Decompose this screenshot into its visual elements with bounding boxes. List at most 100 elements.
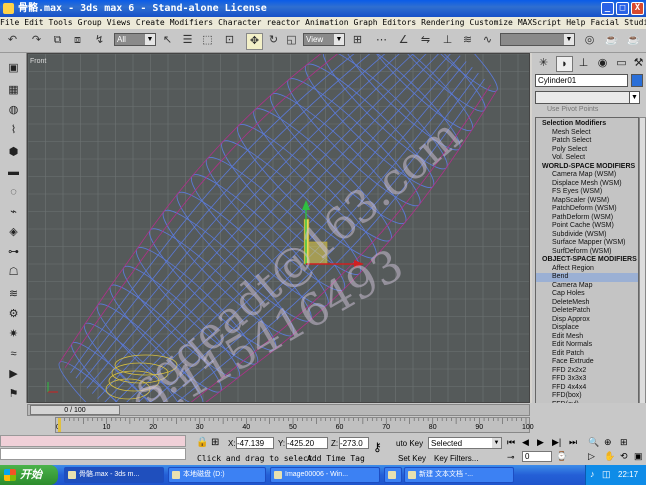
motion-tab-icon[interactable]: ◉ xyxy=(595,56,610,70)
field-of-view-icon[interactable]: ▷ xyxy=(588,451,595,462)
auto-key-button[interactable]: uto Key xyxy=(396,439,423,448)
network-icon[interactable]: ◫ xyxy=(602,469,611,480)
maxscript-output[interactable] xyxy=(0,448,186,460)
modifier-item[interactable]: DeleteMesh xyxy=(552,299,589,308)
modifier-item[interactable]: FS Eyes (WSM) xyxy=(552,188,602,197)
play-icon[interactable]: ▶ xyxy=(537,437,544,448)
menu-item-tools[interactable]: Tools xyxy=(49,18,73,27)
menu-item-rendering[interactable]: Rendering xyxy=(421,18,464,27)
modifier-item[interactable]: Edit Mesh xyxy=(552,333,583,342)
window-crossing-icon[interactable]: ⊡ xyxy=(222,33,237,48)
unlink-icon[interactable]: ⧈ xyxy=(70,33,85,48)
fracture-icon[interactable]: ✷ xyxy=(6,327,21,341)
quick-render-icon[interactable]: ☕ xyxy=(626,33,641,48)
modifier-item[interactable]: Mesh Select xyxy=(552,129,591,138)
align-icon[interactable]: ⊥ xyxy=(440,33,455,48)
time-slider-thumb[interactable]: 0 / 100 xyxy=(30,405,120,415)
modifier-item[interactable]: Disp Approx xyxy=(552,316,590,325)
modifier-item[interactable]: Edit Patch xyxy=(552,350,584,359)
object-name-field[interactable]: Cylinder01 xyxy=(535,74,628,87)
rotate-icon[interactable]: ↻ xyxy=(266,33,281,48)
modifier-item[interactable]: Subdivide (WSM) xyxy=(552,231,606,240)
modifier-list-scrollbar[interactable] xyxy=(639,117,646,433)
pivot-center-icon[interactable]: ⊞ xyxy=(350,33,365,48)
modifier-item[interactable]: Edit Normals xyxy=(552,341,592,350)
redo-icon[interactable]: ↷ xyxy=(29,33,44,48)
rope-icon[interactable]: ⌇ xyxy=(6,123,21,137)
hierarchy-tab-icon[interactable]: ⊥ xyxy=(576,56,591,70)
set-key-button[interactable]: Set Key xyxy=(398,454,426,463)
menu-item-views[interactable]: Views xyxy=(107,18,131,27)
modify-tab-icon[interactable]: ◗ xyxy=(556,56,573,72)
menu-item-customize[interactable]: Customize xyxy=(470,18,513,27)
key-mode-toggle-icon[interactable]: ⊸ xyxy=(507,452,515,463)
modifier-item[interactable]: Face Extrude xyxy=(552,358,594,367)
go-to-end-icon[interactable]: ⏭ xyxy=(569,437,577,448)
select-object-icon[interactable]: ↖ xyxy=(160,33,175,48)
utilities-tab-icon[interactable]: ⚒ xyxy=(631,56,646,70)
menu-item-animation[interactable]: Animation xyxy=(305,18,348,27)
clock[interactable]: 22:17 xyxy=(618,470,638,479)
modifier-item[interactable]: Affect Region xyxy=(552,265,594,274)
add-time-tag-button[interactable]: Add Time Tag xyxy=(307,454,365,463)
zoom-extents-icon[interactable]: ⊞ xyxy=(620,437,628,448)
modifier-item[interactable]: PathDeform (WSM) xyxy=(552,214,613,223)
minimize-button[interactable]: _ xyxy=(601,2,614,15)
undo-icon[interactable]: ↶ xyxy=(5,33,20,48)
modifier-item[interactable]: MapScaler (WSM) xyxy=(552,197,609,206)
rigid-body-icon[interactable]: ▣ xyxy=(6,61,21,75)
point-to-point-icon[interactable]: ⊶ xyxy=(6,245,21,259)
water-icon[interactable]: ≈ xyxy=(6,347,21,361)
absolute-mode-icon[interactable]: ⊞ xyxy=(211,437,219,448)
maxscript-listener[interactable] xyxy=(0,435,186,447)
modifier-item[interactable]: Poly Select xyxy=(552,146,587,155)
arc-rotate-icon[interactable]: ⟲ xyxy=(620,451,628,462)
bind-space-warp-icon[interactable]: ↯ xyxy=(92,33,107,48)
render-scene-icon[interactable]: ☕ xyxy=(604,33,619,48)
modifier-item[interactable]: Cap Holes xyxy=(552,290,585,299)
modifier-item[interactable]: FFD(box) xyxy=(552,392,582,401)
modifier-item[interactable]: PatchDeform (WSM) xyxy=(552,205,617,214)
y-coordinate-field[interactable]: -425.20 xyxy=(286,437,328,449)
volume-icon[interactable]: ♪ xyxy=(590,469,595,479)
selection-lock-icon[interactable]: 🔒 xyxy=(196,437,208,448)
modifier-item[interactable]: FFD 4x4x4 xyxy=(552,384,586,393)
task-button[interactable] xyxy=(384,467,402,483)
task-button[interactable]: 新建 文本文档 -... xyxy=(404,467,514,483)
z-coordinate-field[interactable]: -273.0 xyxy=(339,437,369,449)
create-tab-icon[interactable]: ✳ xyxy=(536,56,551,70)
menu-item-maxscript[interactable]: MAXScript xyxy=(518,18,561,27)
wind-icon[interactable]: ≋ xyxy=(6,287,21,301)
spring-icon[interactable]: ◌ xyxy=(6,185,21,199)
menu-item-file[interactable]: File xyxy=(0,18,19,27)
angle-snap-icon[interactable]: ∠ xyxy=(396,33,411,48)
key-mode-dropdown[interactable]: Selected ▼ xyxy=(428,437,502,449)
maximize-button[interactable]: □ xyxy=(616,2,629,15)
key-filters-button[interactable]: Key Filters... xyxy=(434,454,478,463)
trackbar[interactable]: 0102030405060708090100 xyxy=(55,417,534,433)
viewport-label[interactable]: Front xyxy=(30,58,46,65)
time-slider[interactable]: 0 / 100 xyxy=(27,404,530,416)
x-coordinate-field[interactable]: -47.139 xyxy=(236,437,274,449)
snap-icon[interactable]: ⋯ xyxy=(374,33,389,48)
zoom-icon[interactable]: 🔍 xyxy=(588,437,599,448)
material-editor-icon[interactable]: ◎ xyxy=(582,33,597,48)
previous-frame-icon[interactable]: ◀ xyxy=(522,437,529,448)
modifier-item[interactable]: Camera Map (WSM) xyxy=(552,171,616,180)
modifier-item[interactable]: Surface Mapper (WSM) xyxy=(552,239,626,248)
select-by-name-icon[interactable]: ☰ xyxy=(180,33,195,48)
selection-filter-dropdown[interactable]: All ▼ xyxy=(114,33,156,46)
deforming-mesh-icon[interactable]: ⬢ xyxy=(6,145,21,159)
soft-body-icon[interactable]: ◍ xyxy=(6,103,21,117)
modifier-item[interactable]: Displace xyxy=(552,324,579,333)
pan-icon[interactable]: ✋ xyxy=(604,451,615,462)
modifier-item[interactable]: Bend xyxy=(536,273,638,282)
modifier-item[interactable]: FFD 3x3x3 xyxy=(552,375,586,384)
menu-item-reactor[interactable]: reactor xyxy=(266,18,300,27)
modifier-item[interactable]: FFD 2x2x2 xyxy=(552,367,586,376)
menu-item-graph-editors[interactable]: Graph Editors xyxy=(354,18,417,27)
menu-item-character[interactable]: Character xyxy=(218,18,261,27)
hinge-icon[interactable]: ◈ xyxy=(6,225,21,239)
front-viewport[interactable]: Front sqqeadt@163.com QQ:115416493 xyxy=(27,53,530,403)
use-pivot-points-checkbox[interactable]: Use Pivot Points xyxy=(535,106,640,115)
